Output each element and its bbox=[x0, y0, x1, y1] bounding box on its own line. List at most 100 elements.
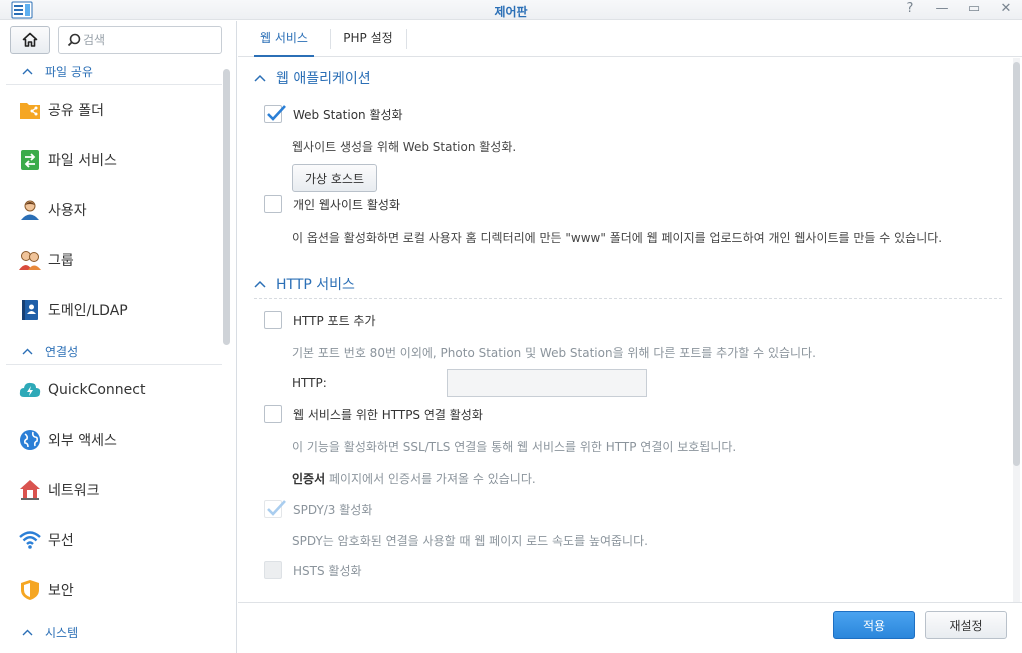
tab-divider bbox=[330, 29, 331, 49]
tab-php-settings[interactable]: PHP 설정 bbox=[332, 21, 404, 57]
sidebar-item-quickconnect[interactable]: QuickConnect bbox=[0, 365, 222, 415]
external-access-icon bbox=[18, 428, 42, 452]
section-heading: 웹 애플리케이션 bbox=[276, 71, 371, 87]
sidebar-item-label: QuickConnect bbox=[48, 382, 146, 398]
group-icon bbox=[18, 248, 42, 272]
section-label: 시스템 bbox=[45, 625, 79, 640]
sidebar: 파일 공유 공유 폴더 파일 서비스 사용자 그룹 bbox=[0, 21, 237, 653]
enable-web-station-checkbox[interactable] bbox=[264, 105, 286, 123]
scrollbar-thumb[interactable] bbox=[1013, 62, 1020, 466]
spdy-description: SPDY는 암호화된 연결을 사용할 때 웹 페이지 로드 속도를 높여줍니다. bbox=[292, 534, 648, 548]
hsts-label[interactable]: HSTS 활성화 bbox=[293, 562, 362, 579]
section-heading: HTTP 서비스 bbox=[276, 277, 355, 293]
sidebar-item-security[interactable]: 보안 bbox=[0, 565, 222, 615]
help-icon[interactable]: ? bbox=[902, 1, 918, 17]
domain-ldap-icon bbox=[18, 298, 42, 322]
section-web-applications[interactable]: 웹 애플리케이션 bbox=[254, 66, 371, 90]
section-connectivity[interactable]: 연결성 bbox=[6, 339, 222, 365]
sidebar-item-label: 도메인/LDAP bbox=[48, 303, 128, 319]
web-station-description: 웹사이트 생성을 위해 Web Station 활성화. bbox=[292, 140, 517, 154]
personal-site-description: 이 옵션을 활성화하면 로컬 사용자 홈 디렉터리에 만든 "www" 폴더에 … bbox=[292, 231, 943, 245]
sidebar-item-group[interactable]: 그룹 bbox=[0, 235, 222, 285]
search-box[interactable] bbox=[58, 26, 222, 54]
content-scrollbar[interactable] bbox=[1013, 58, 1020, 602]
sidebar-item-shared-folder[interactable]: 공유 폴더 bbox=[0, 85, 222, 135]
sidebar-item-file-services[interactable]: 파일 서비스 bbox=[0, 135, 222, 185]
quickconnect-icon bbox=[18, 378, 42, 402]
chevron-up-icon bbox=[22, 68, 33, 75]
add-http-port-label[interactable]: HTTP 포트 추가 bbox=[293, 312, 376, 329]
sidebar-item-label: 네트워크 bbox=[48, 483, 100, 499]
certificate-note-text: 페이지에서 인증서를 가져올 수 있습니다. bbox=[325, 472, 536, 486]
sidebar-item-label: 보안 bbox=[48, 583, 74, 599]
personal-site-checkbox[interactable] bbox=[264, 195, 282, 213]
section-file-sharing[interactable]: 파일 공유 bbox=[6, 59, 222, 85]
shared-folder-icon bbox=[18, 98, 42, 122]
checkmark-icon bbox=[267, 500, 286, 516]
certificate-link[interactable]: 인증서 bbox=[292, 472, 325, 486]
sidebar-item-label: 그룹 bbox=[48, 253, 74, 269]
chevron-up-icon bbox=[22, 629, 33, 635]
reset-button[interactable]: 재설정 bbox=[925, 611, 1007, 639]
sidebar-item-external-access[interactable]: 외부 액세스 bbox=[0, 415, 222, 465]
title-bar: 제어판 ? — ▭ ✕ bbox=[0, 0, 1022, 20]
checkmark-icon bbox=[267, 105, 286, 121]
maximize-icon[interactable]: ▭ bbox=[966, 1, 982, 17]
virtual-host-button[interactable]: 가상 호스트 bbox=[292, 164, 377, 192]
chevron-up-icon bbox=[22, 348, 33, 355]
settings-panel: 웹 애플리케이션 Web Station 활성화 웹사이트 생성을 위해 Web… bbox=[238, 58, 1022, 602]
add-http-port-description: 기본 포트 번호 80번 이외에, Photo Station 및 Web St… bbox=[292, 346, 816, 360]
home-button[interactable] bbox=[10, 26, 50, 54]
tab-bar: 웹 서비스 PHP 설정 bbox=[238, 21, 1022, 57]
home-icon bbox=[22, 32, 38, 47]
tab-divider bbox=[406, 29, 407, 49]
sidebar-item-label: 사용자 bbox=[48, 203, 87, 219]
certificate-note: 인증서 페이지에서 인증서를 가져올 수 있습니다. bbox=[292, 470, 536, 487]
sidebar-item-label: 공유 폴더 bbox=[48, 103, 104, 119]
window-title: 제어판 bbox=[494, 5, 528, 19]
user-icon bbox=[18, 198, 42, 222]
close-icon[interactable]: ✕ bbox=[998, 1, 1014, 17]
search-input[interactable] bbox=[83, 31, 217, 49]
spdy-checkbox[interactable] bbox=[264, 500, 286, 518]
file-services-icon bbox=[18, 148, 42, 172]
footer: 적용 재설정 bbox=[238, 602, 1022, 653]
personal-site-label[interactable]: 개인 웹사이트 활성화 bbox=[293, 196, 400, 213]
section-divider bbox=[254, 298, 1002, 299]
search-icon bbox=[67, 33, 81, 47]
section-system[interactable]: 시스템 bbox=[6, 619, 222, 645]
apply-button[interactable]: 적용 bbox=[833, 611, 915, 639]
enable-web-station-row: Web Station 활성화 bbox=[264, 105, 403, 123]
minimize-icon[interactable]: — bbox=[934, 1, 950, 17]
sidebar-item-domain-ldap[interactable]: 도메인/LDAP bbox=[0, 285, 222, 335]
https-checkbox[interactable] bbox=[264, 405, 282, 423]
https-row: 웹 서비스를 위한 HTTPS 연결 활성화 bbox=[264, 405, 483, 423]
section-label: 파일 공유 bbox=[45, 65, 93, 79]
wireless-icon bbox=[18, 528, 42, 552]
sidebar-scrollbar[interactable] bbox=[223, 69, 230, 345]
enable-web-station-label[interactable]: Web Station 활성화 bbox=[293, 106, 403, 123]
add-http-port-checkbox[interactable] bbox=[264, 311, 282, 329]
chevron-up-icon bbox=[254, 74, 266, 82]
personal-site-row: 개인 웹사이트 활성화 bbox=[264, 195, 400, 213]
add-http-port-row: HTTP 포트 추가 bbox=[264, 311, 376, 329]
spdy-label[interactable]: SPDY/3 활성화 bbox=[293, 501, 372, 518]
chevron-up-icon bbox=[254, 280, 266, 288]
section-http-service[interactable]: HTTP 서비스 bbox=[254, 272, 355, 296]
tab-web-services[interactable]: 웹 서비스 bbox=[254, 21, 314, 57]
hsts-row: HSTS 활성화 bbox=[264, 561, 362, 579]
hsts-checkbox[interactable] bbox=[264, 561, 282, 579]
sidebar-item-label: 외부 액세스 bbox=[48, 433, 117, 449]
sidebar-item-network[interactable]: 네트워크 bbox=[0, 465, 222, 515]
http-port-input[interactable] bbox=[447, 369, 647, 397]
section-label: 연결성 bbox=[45, 345, 79, 359]
spdy-row: SPDY/3 활성화 bbox=[264, 500, 372, 518]
sidebar-item-user[interactable]: 사용자 bbox=[0, 185, 222, 235]
network-icon bbox=[18, 478, 42, 502]
https-description: 이 기능을 활성화하면 SSL/TLS 연결을 통해 웹 서비스를 위한 HTT… bbox=[292, 440, 737, 454]
sidebar-item-label: 무선 bbox=[48, 533, 74, 549]
sidebar-item-wireless[interactable]: 무선 bbox=[0, 515, 222, 565]
sidebar-item-label: 파일 서비스 bbox=[48, 153, 117, 169]
https-label[interactable]: 웹 서비스를 위한 HTTPS 연결 활성화 bbox=[293, 406, 483, 423]
shield-icon bbox=[18, 578, 42, 602]
